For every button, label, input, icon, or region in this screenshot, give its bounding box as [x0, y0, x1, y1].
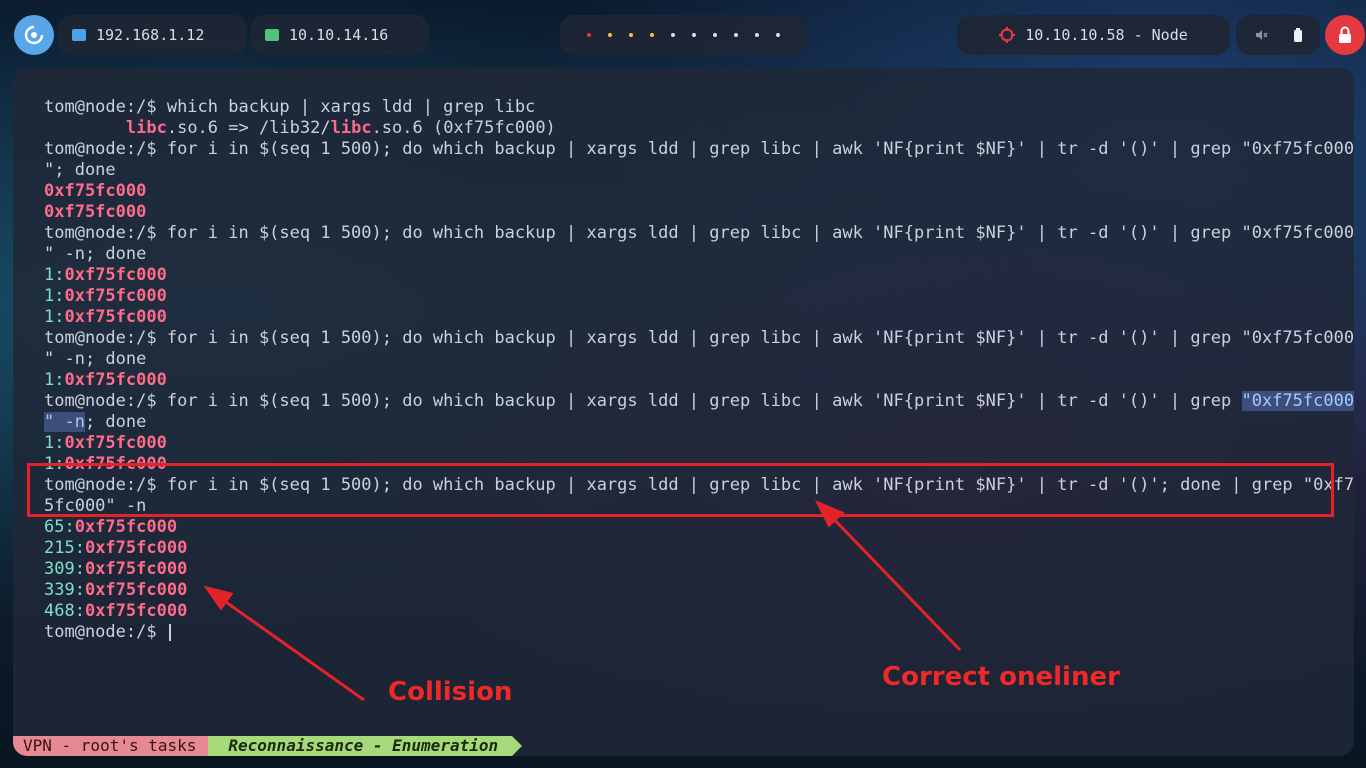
correct-oneliner-label: Correct oneliner [882, 662, 1120, 692]
tray-widget[interactable] [1236, 15, 1320, 55]
workspace-dot-10[interactable] [775, 33, 780, 37]
workspace-dot-5[interactable] [670, 33, 675, 37]
local-ip-widget[interactable]: 192.168.1.12 [58, 15, 247, 55]
workspace-switcher[interactable] [560, 15, 806, 55]
vpn-ip-label: 10.10.14.16 [289, 26, 389, 44]
workspace-dot-9[interactable] [754, 33, 759, 37]
network-icon [72, 29, 86, 41]
lock-icon[interactable] [1325, 15, 1365, 55]
workspace-dot-1[interactable] [586, 33, 591, 37]
oneliner-arrow-head [814, 500, 845, 528]
tmux-status-bar: VPN - root's tasks Reconnaissance - Enum… [13, 736, 522, 756]
workspace-dot-6[interactable] [691, 33, 696, 37]
target-label: 10.10.10.58 - Node [1025, 26, 1188, 44]
app-launcher-icon[interactable] [14, 15, 54, 55]
workspace-dot-8[interactable] [733, 33, 738, 37]
annotation-arrows [203, 500, 962, 702]
window-name[interactable]: Reconnaissance - Enumeration [208, 736, 522, 756]
session-name[interactable]: VPN - root's tasks [13, 736, 219, 756]
oneliner-arrow [824, 509, 962, 652]
speaker-muted-icon[interactable] [1254, 28, 1268, 42]
workspace-dot-4[interactable] [649, 33, 654, 37]
workspace-dot-3[interactable] [628, 33, 633, 37]
terminal-window[interactable]: tom@node:/$ which backup | xargs ldd | g… [13, 68, 1354, 756]
collision-arrow [215, 593, 365, 702]
crosshair-icon [999, 27, 1016, 43]
collision-label: Collision [388, 677, 513, 707]
top-bar: 192.168.1.12 10.10.14.16 10.10.10.58 - N… [0, 0, 1366, 70]
collision-arrow-head [203, 585, 234, 611]
laptop-icon [265, 29, 279, 41]
target-widget[interactable]: 10.10.10.58 - Node [957, 15, 1230, 55]
vpn-ip-widget[interactable]: 10.10.14.16 [251, 15, 429, 55]
workspace-dot-2[interactable] [607, 33, 612, 37]
local-ip-label: 192.168.1.12 [96, 26, 205, 44]
workspace-dot-7[interactable] [712, 33, 717, 37]
battery-icon[interactable] [1293, 27, 1303, 43]
